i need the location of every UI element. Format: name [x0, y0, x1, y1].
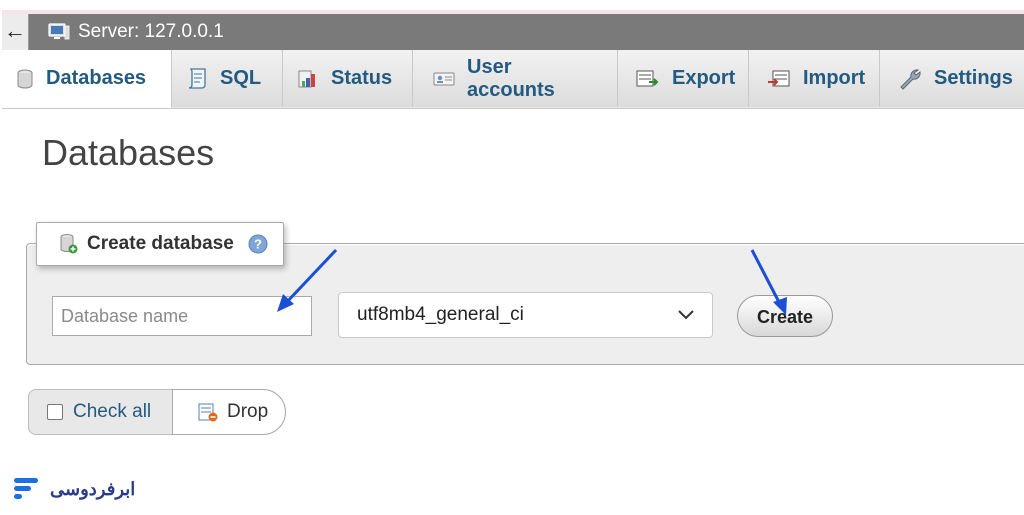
server-breadcrumb[interactable]: Server: 127.0.0.1 [48, 14, 224, 50]
status-icon [298, 70, 315, 87]
tab-status[interactable]: Status [283, 50, 413, 107]
tab-databases[interactable]: Databases [2, 50, 172, 108]
chevron-down-icon [678, 310, 694, 320]
back-arrow-icon[interactable]: ← [2, 14, 29, 50]
collation-select[interactable]: utf8mb4_general_ci [338, 292, 713, 338]
tab-settings[interactable]: Settings [880, 50, 1024, 107]
check-all-checkbox[interactable] [47, 404, 63, 420]
tab-user-accounts[interactable]: User accounts [413, 50, 618, 107]
tab-sql[interactable]: SQL [172, 50, 283, 107]
check-all-control[interactable]: Check all [28, 389, 176, 435]
tab-export[interactable]: Export [618, 50, 749, 107]
tab-label: SQL [220, 67, 262, 89]
tab-import[interactable]: Import [749, 50, 880, 107]
tab-label: Status [331, 67, 393, 89]
create-database-legend: Create database ? [36, 222, 284, 266]
drop-label: Drop [227, 401, 269, 422]
tab-label: Export [672, 67, 736, 89]
svg-text:?: ? [254, 237, 262, 252]
collation-selected-value: utf8mb4_general_ci [357, 304, 524, 325]
brand-text: ابرفردوسی [50, 478, 136, 499]
tab-label: User accounts [467, 55, 555, 101]
create-database-legend-text: Create database [87, 233, 234, 254]
tab-label: Databases [46, 67, 147, 89]
server-bar: ← Server: 127.0.0.1 [2, 14, 1024, 50]
wrench-icon [900, 68, 921, 90]
export-icon [636, 70, 659, 86]
brand-mark-icon [14, 478, 38, 499]
main-tabs: Databases SQL Status User accounts Expor… [2, 50, 1024, 109]
check-all-label: Check all [73, 401, 152, 422]
tab-label: Import [803, 67, 866, 89]
drop-icon [198, 403, 218, 422]
tab-label: Settings [934, 67, 1013, 89]
database-name-input[interactable] [52, 296, 312, 336]
create-button[interactable]: Create [737, 295, 833, 337]
user-accounts-icon [433, 72, 455, 85]
server-icon [48, 23, 70, 40]
database-icon [17, 69, 33, 88]
brand-logo: ابرفردوسی [12, 474, 135, 504]
server-label-text: Server: 127.0.0.1 [78, 21, 224, 42]
create-database-icon [60, 234, 78, 254]
drop-button[interactable]: Drop [172, 389, 286, 435]
sql-icon [188, 67, 206, 89]
page-title: Databases [42, 132, 215, 173]
help-icon[interactable]: ? [248, 234, 268, 254]
import-icon [768, 70, 790, 86]
